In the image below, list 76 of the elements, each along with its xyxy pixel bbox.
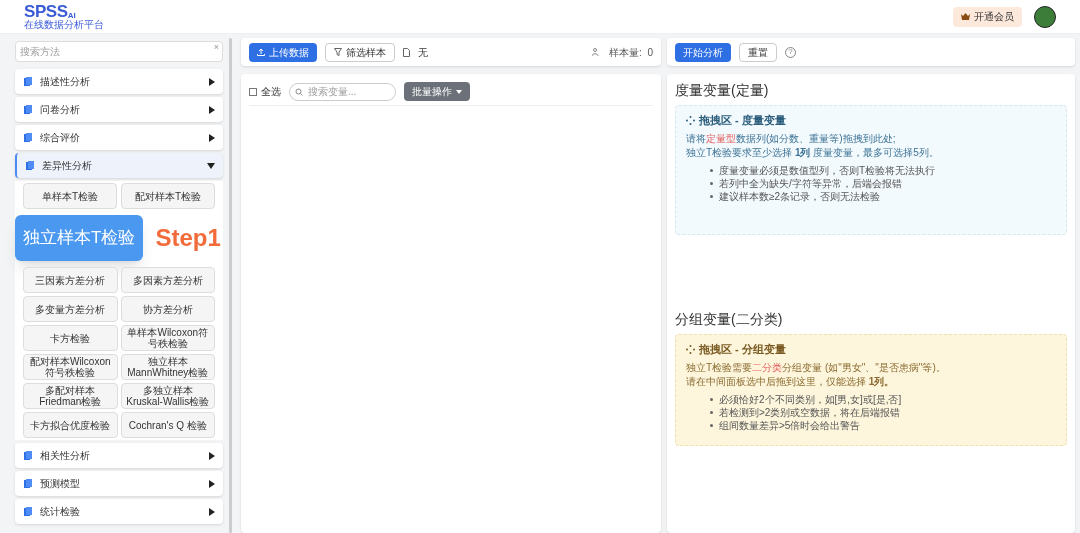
note-item: 组间数量差异>5倍时会给出警告 (719, 418, 861, 432)
book-icon (23, 478, 32, 489)
avatar[interactable] (1034, 5, 1056, 28)
filter-samples-button[interactable]: 筛选样本 (325, 42, 395, 62)
book-icon (23, 132, 32, 143)
method-button[interactable]: 卡方拟合优度检验 (23, 412, 118, 438)
upload-icon (257, 48, 265, 56)
select-all-checkbox[interactable]: 全选 (249, 84, 281, 99)
instruction-text: 独立T检验要求至少选择 1列 度量变量，最多可选择5列。 (686, 145, 940, 160)
move-icon (686, 115, 695, 125)
section-heading: 度量变量(定量) (675, 81, 770, 100)
caret-down-icon (456, 89, 462, 94)
method-button[interactable]: 多独立样本Kruskal-Wallis检验 (120, 383, 215, 409)
category-header[interactable]: 问卷分析 (15, 97, 223, 122)
caret-right-icon (209, 133, 215, 142)
book-icon (23, 76, 32, 87)
sample-count: 样本量: 0 (609, 45, 653, 60)
category-header[interactable]: 预测模型 (15, 471, 223, 496)
instruction-text: 请将定量型数据列(如分数、重量等)拖拽到此处; (686, 131, 897, 146)
drop-zone[interactable]: 拖拽区 - 度量变量 请将定量型数据列(如分数、重量等)拖拽到此处; 独立T检验要求至少选择 1列 度量变量，最多可选择5列。 度量变量必须是数值型列，否则T检验将无法执行 若列中全为缺失/字符等异常，后端会报错 建议样本数≥2条记录，否则无法检验 (675, 105, 1067, 235)
file-name: 无 (418, 45, 428, 60)
file-icon (403, 47, 410, 57)
method-button[interactable]: 单样本T检验 (23, 183, 117, 209)
instruction-text: 请在中间面板选中后拖到这里，仅能选择 1列。 (686, 374, 896, 389)
note-item: 必须恰好2个不同类别，如[男,女]或[是,否] (719, 392, 902, 406)
method-button[interactable]: 卡方检验 (23, 325, 118, 351)
users-icon (592, 48, 602, 56)
section-heading: 分组变量(二分类) (675, 310, 784, 329)
note-item: 度量变量必须是数值型列，否则T检验将无法执行 (719, 163, 936, 177)
logo-subtitle: 在线数据分析平台 (24, 20, 104, 30)
method-button[interactable]: 协方差分析 (120, 296, 215, 322)
category-header[interactable]: 综合评价 (15, 125, 223, 150)
reset-button[interactable]: 重置 (739, 42, 777, 62)
book-icon (23, 450, 32, 461)
upload-data-button[interactable]: 上传数据 (249, 42, 317, 62)
start-analysis-button[interactable]: 开始分析 (675, 42, 731, 62)
note-item: 若检测到>2类别或空数据，将在后端报错 (719, 405, 901, 419)
method-button[interactable]: 单样本Wilcoxon符号秩检验 (120, 325, 215, 351)
method-button[interactable]: 多配对样本Friedman检验 (23, 383, 118, 409)
category-header[interactable]: 统计检验 (15, 499, 223, 524)
logo: SPSS (24, 3, 68, 20)
crown-icon (961, 13, 970, 20)
method-button[interactable]: 独立样本MannWhitney检验 (120, 354, 215, 380)
book-icon (25, 160, 34, 171)
method-button[interactable]: 配对样本T检验 (121, 183, 215, 209)
variable-search-field[interactable]: 搜索变量... (289, 82, 396, 101)
caret-right-icon (209, 479, 215, 488)
caret-down-icon (207, 162, 215, 169)
search-icon (295, 87, 303, 96)
caret-right-icon (209, 77, 215, 86)
membership-button[interactable]: 开通会员 (953, 6, 1022, 27)
filter-icon (334, 48, 342, 56)
method-button[interactable]: 三因素方差分析 (23, 267, 118, 293)
move-icon (686, 344, 695, 354)
method-button[interactable]: 多因素方差分析 (120, 267, 215, 293)
method-button[interactable]: 多变量方差分析 (23, 296, 118, 322)
method-button[interactable]: 配对样本Wilcoxon符号秩检验 (23, 354, 118, 380)
drop-zone-title: 拖拽区 - 度量变量 (699, 113, 786, 128)
note-item: 建议样本数≥2条记录，否则无法检验 (719, 189, 881, 203)
caret-right-icon (209, 507, 215, 516)
caret-right-icon (209, 105, 215, 114)
book-icon (23, 506, 32, 517)
drop-zone[interactable]: 拖拽区 - 分组变量 独立T检验需要二分类分组变量 (如"男女"、"是否患病"等)。 请在中间面板选中后拖到这里，仅能选择 1列。 必须恰好2个不同类别，如[男,女]或[是,否] 若检测到>2类别或空数据，将在后端报错 组间数量差异>5倍时会给出警告 (675, 334, 1067, 446)
category-header[interactable]: 相关性分析 (15, 443, 223, 468)
instruction-text: 独立T检验需要二分类分组变量 (如"男女"、"是否患病"等)。 (686, 360, 947, 375)
book-icon (23, 104, 32, 115)
drop-zone-title: 拖拽区 - 分组变量 (699, 342, 786, 357)
logo-superscript: AI (67, 12, 76, 20)
step-label: Step1 (155, 223, 221, 253)
category-header[interactable]: 差异性分析 (15, 153, 223, 178)
method-button[interactable]: Cochran's Q 检验 (120, 412, 215, 438)
batch-actions-button[interactable]: 批量操作 (404, 82, 470, 101)
caret-right-icon (209, 451, 215, 460)
note-item: 若列中全为缺失/字符等异常，后端会报错 (719, 176, 902, 190)
category-header[interactable]: 描述性分析 (15, 69, 223, 94)
tutorial-callout: 独立样本T检验 (15, 215, 144, 261)
